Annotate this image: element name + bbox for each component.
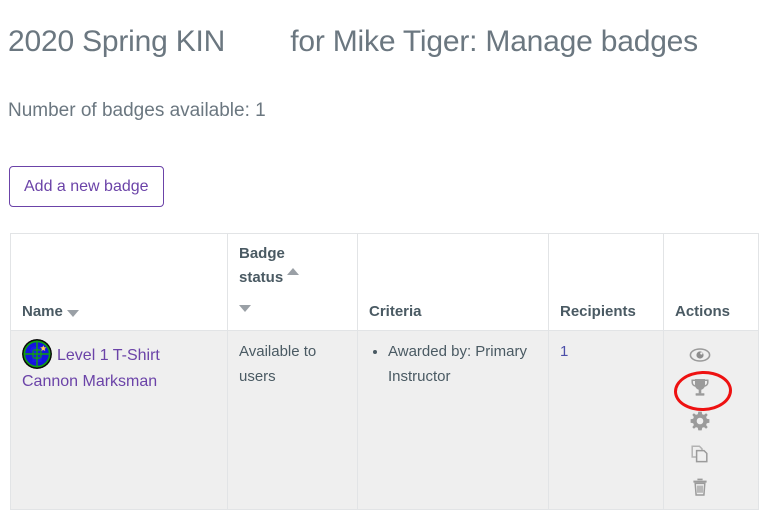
column-header-badge-status-label-line1: Badge — [239, 245, 285, 262]
copy-icon[interactable] — [688, 442, 712, 466]
cell-badge-name: Level 1 T-Shirt Cannon Marksman — [10, 330, 228, 510]
column-header-name-label: Name — [22, 303, 63, 320]
column-header-recipients-label: Recipients — [560, 303, 636, 320]
badges-table: Name Badge status Criteria Recipients Ac… — [10, 233, 759, 510]
column-header-criteria-label: Criteria — [369, 303, 422, 320]
trophy-icon[interactable] — [673, 370, 733, 412]
page-title: 2020 Spring KIN for Mike Tiger: Manage b… — [8, 25, 698, 59]
table-row: Level 1 T-Shirt Cannon Marksman Availabl… — [10, 330, 759, 510]
column-header-name[interactable]: Name — [10, 233, 228, 331]
recipients-count-link[interactable]: 1 — [560, 343, 568, 360]
sort-ascending-icon[interactable] — [287, 268, 300, 275]
add-new-badge-button[interactable]: Add a new badge — [9, 166, 164, 207]
cell-badge-status: Available to users — [227, 330, 358, 510]
column-header-badge-status-label-line2: status — [239, 269, 284, 286]
badge-count-text: Number of badges available: 1 — [8, 100, 266, 121]
sort-descending-icon[interactable] — [66, 310, 79, 317]
column-header-recipients[interactable]: Recipients — [548, 233, 664, 331]
table-header-row: Name Badge status Criteria Recipients Ac… — [10, 233, 759, 331]
badge-status-text: Available to users — [239, 343, 317, 385]
column-header-criteria[interactable]: Criteria — [357, 233, 549, 331]
trash-icon[interactable] — [688, 475, 712, 499]
column-header-actions: Actions — [663, 233, 759, 331]
column-header-badge-status[interactable]: Badge status — [227, 233, 358, 331]
criteria-list: Awarded by: Primary Instructor — [369, 339, 537, 389]
criteria-item: Awarded by: Primary Instructor — [388, 339, 537, 389]
gear-icon[interactable] — [688, 409, 712, 433]
column-header-actions-label: Actions — [675, 303, 731, 320]
cell-criteria: Awarded by: Primary Instructor — [357, 330, 549, 510]
cell-actions — [663, 330, 759, 510]
actions-stack — [673, 343, 733, 499]
badge-tshirt-target-icon — [22, 339, 52, 369]
eye-icon[interactable] — [688, 343, 712, 367]
sort-descending-icon[interactable] — [239, 305, 251, 312]
cell-recipients: 1 — [548, 330, 664, 510]
